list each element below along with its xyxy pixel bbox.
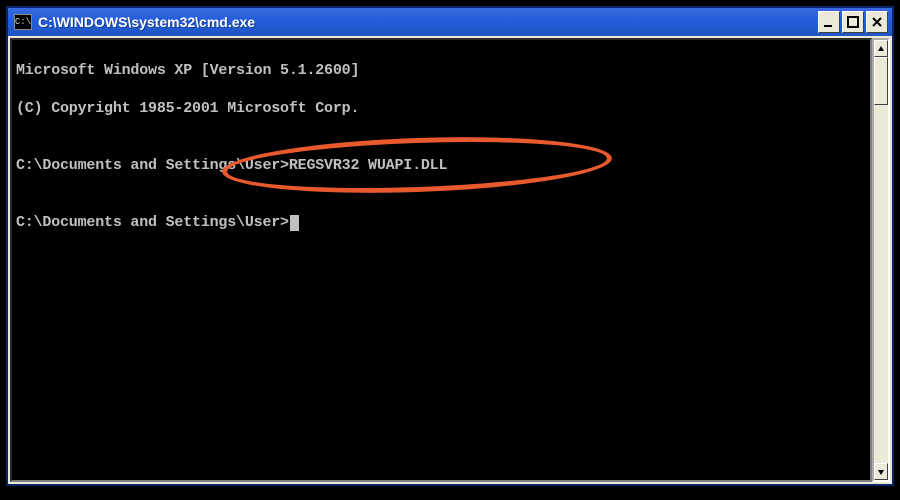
cmd-icon: C:\ xyxy=(14,14,32,30)
chevron-up-icon xyxy=(877,45,885,53)
scroll-track[interactable] xyxy=(874,57,888,463)
maximize-icon xyxy=(846,15,860,29)
window-title: C:\WINDOWS\system32\cmd.exe xyxy=(38,14,812,30)
window-controls xyxy=(818,11,888,33)
chevron-down-icon xyxy=(877,468,885,476)
terminal-prompt-line: C:\Documents and Settings\User> xyxy=(16,213,866,232)
scroll-up-button[interactable] xyxy=(874,40,888,57)
close-button[interactable] xyxy=(866,11,888,33)
terminal-line: C:\Documents and Settings\User>REGSVR32 … xyxy=(16,156,866,175)
minimize-icon xyxy=(822,15,836,29)
cmd-window: C:\ C:\WINDOWS\system32\cmd.exe Microsof… xyxy=(6,6,894,486)
screenshot-frame: C:\ C:\WINDOWS\system32\cmd.exe Microsof… xyxy=(0,0,900,500)
terminal-content[interactable]: Microsoft Windows XP [Version 5.1.2600] … xyxy=(12,40,870,480)
scroll-thumb[interactable] xyxy=(874,57,888,105)
maximize-button[interactable] xyxy=(842,11,864,33)
close-icon xyxy=(870,15,884,29)
scroll-down-button[interactable] xyxy=(874,463,888,480)
minimize-button[interactable] xyxy=(818,11,840,33)
terminal-prompt-text: C:\Documents and Settings\User> xyxy=(16,214,289,231)
terminal-cursor xyxy=(290,215,299,231)
client-area: Microsoft Windows XP [Version 5.1.2600] … xyxy=(8,36,892,484)
terminal-viewport[interactable]: Microsoft Windows XP [Version 5.1.2600] … xyxy=(10,38,872,482)
terminal-line: (C) Copyright 1985-2001 Microsoft Corp. xyxy=(16,99,866,118)
vertical-scrollbar[interactable] xyxy=(872,38,890,482)
titlebar[interactable]: C:\ C:\WINDOWS\system32\cmd.exe xyxy=(8,8,892,36)
cmd-icon-text: C:\ xyxy=(15,18,31,27)
terminal-line: Microsoft Windows XP [Version 5.1.2600] xyxy=(16,61,866,80)
